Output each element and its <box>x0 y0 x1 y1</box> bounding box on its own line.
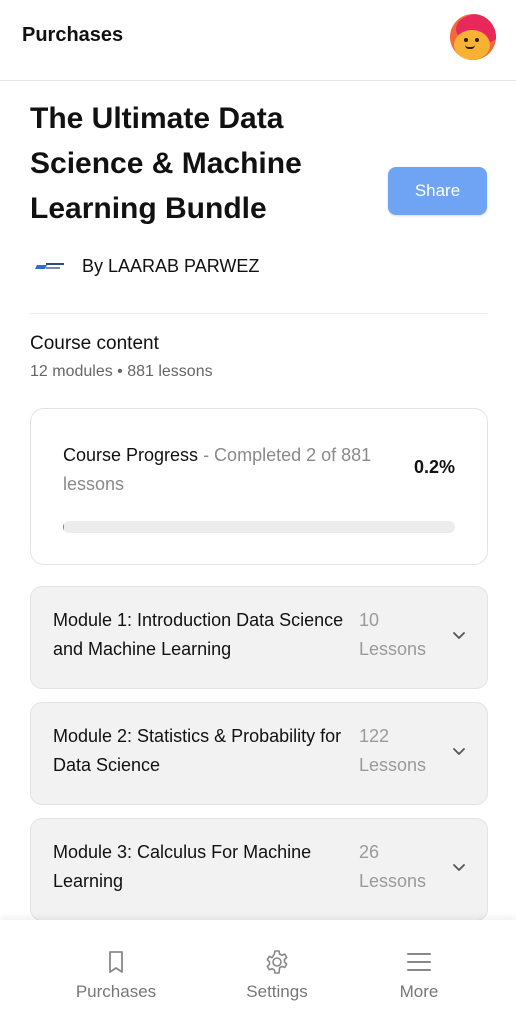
module-lessons: 26 Lessons <box>359 842 427 891</box>
page-title: Purchases <box>22 24 124 46</box>
avatar[interactable] <box>450 14 496 60</box>
course-title: The Ultimate Data Science & Machine Lear… <box>30 102 302 225</box>
course-progress-card: Course Progress - Completed 2 of 881 les… <box>30 408 488 565</box>
chevron-down-icon[interactable] <box>451 859 467 875</box>
course-content-heading: Course content <box>30 333 159 354</box>
progress-title: Course Progress <box>63 445 199 465</box>
module-card[interactable]: Module 3: Calculus For Machine Learning 2… <box>30 818 488 921</box>
divider <box>30 313 487 314</box>
chevron-down-icon[interactable] <box>451 627 467 643</box>
chevron-down-icon[interactable] <box>451 743 467 759</box>
module-title: Module 2: Statistics & Probability for D… <box>53 726 342 775</box>
nav-more[interactable]: More <box>359 948 479 1002</box>
nav-settings[interactable]: Settings <box>217 948 337 1002</box>
progress-percent: 0.2% <box>413 457 455 477</box>
author-logo <box>30 257 68 275</box>
progress-bar-fill <box>63 521 65 533</box>
top-bar: Purchases <box>0 0 516 81</box>
nav-more-label: More <box>399 982 439 1001</box>
module-lessons: 122 Lessons <box>359 726 427 775</box>
bottom-nav: Purchases Settings More <box>0 920 516 1024</box>
progress-label: Course Progress - Completed 2 of 881 les… <box>63 441 383 499</box>
course-content-meta: 12 modules • 881 lessons <box>30 363 213 380</box>
module-lessons: 10 Lessons <box>359 610 427 659</box>
author-name: By LAARAB PARWEZ <box>82 255 260 276</box>
module-card[interactable]: Module 2: Statistics & Probability for D… <box>30 702 488 805</box>
bookmark-icon <box>109 951 123 973</box>
nav-purchases[interactable]: Purchases <box>56 948 176 1002</box>
module-title: Module 3: Calculus For Machine Learning <box>53 842 312 891</box>
progress-bar <box>63 521 455 533</box>
author-row: By LAARAB PARWEZ <box>30 252 259 280</box>
module-title: Module 1: Introduction Data Science and … <box>53 610 344 659</box>
nav-purchases-label: Purchases <box>75 982 157 1001</box>
avatar-face-icon <box>454 30 490 60</box>
share-button[interactable]: Share <box>388 167 487 215</box>
menu-icon <box>407 953 431 971</box>
gear-icon <box>266 950 288 974</box>
nav-settings-label: Settings <box>246 982 308 1001</box>
module-card[interactable]: Module 1: Introduction Data Science and … <box>30 586 488 689</box>
